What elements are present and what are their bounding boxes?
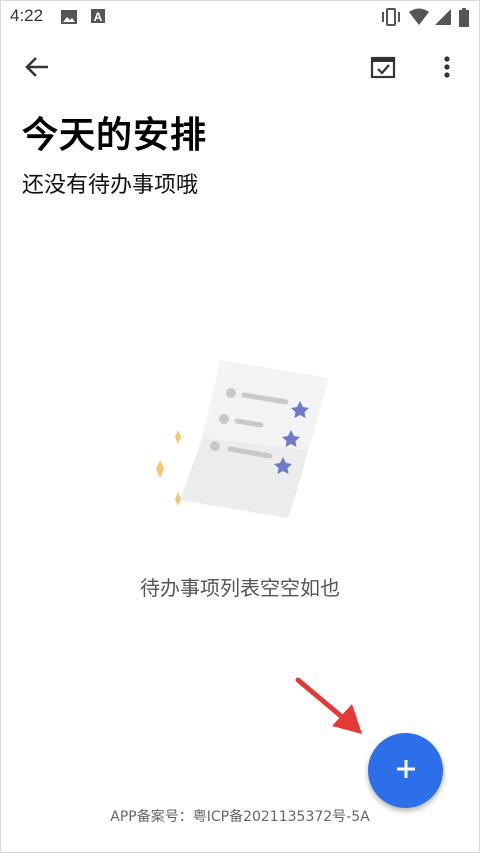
add-todo-button[interactable] — [368, 733, 443, 808]
icp-record-text: APP备案号：粤ICP备2021135372号-5A — [110, 809, 370, 825]
calendar-check-button[interactable] — [360, 46, 406, 92]
todo-list-illustration — [140, 350, 340, 530]
status-bar: 4:22 A — [0, 0, 480, 34]
vibrate-icon — [380, 8, 402, 30]
svg-text:A: A — [94, 10, 103, 24]
empty-state-message: 待办事项列表空空如也 — [140, 576, 340, 600]
image-icon — [60, 8, 78, 30]
page-subtitle: 还没有待办事项哦 — [22, 173, 199, 198]
page-title: 今天的安排 — [22, 115, 208, 156]
calendar-check-icon — [370, 55, 396, 83]
more-options-button[interactable] — [424, 46, 470, 92]
battery-icon — [458, 8, 470, 32]
font-a-icon: A — [90, 8, 106, 28]
red-arrow — [290, 672, 370, 742]
plus-icon — [395, 758, 417, 784]
status-time: 4:22 — [10, 6, 44, 25]
cell-signal-icon — [434, 8, 452, 30]
more-vert-icon — [443, 55, 451, 83]
wifi-icon — [408, 8, 430, 30]
back-button[interactable] — [14, 46, 60, 92]
arrow-left-icon — [24, 54, 50, 84]
toolbar — [0, 46, 480, 92]
